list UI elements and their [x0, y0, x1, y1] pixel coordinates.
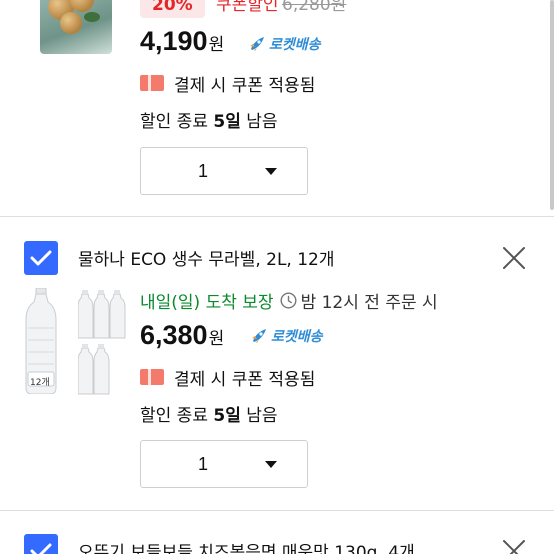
quantity-select[interactable]: 1: [140, 440, 308, 488]
close-icon[interactable]: [502, 539, 526, 554]
chevron-down-icon: [265, 168, 277, 175]
product-image[interactable]: 12개: [24, 287, 58, 395]
quantity-value: 1: [197, 161, 208, 181]
product-title[interactable]: 물하나 ECO 생수 무라벨, 2L, 12개: [78, 245, 335, 270]
rocket-icon: [250, 37, 264, 51]
select-checkbox[interactable]: [24, 534, 58, 554]
scrollbar[interactable]: [550, 0, 554, 554]
bottle-count-label: 12개: [30, 378, 50, 388]
discount-badge: 20%: [140, 0, 205, 18]
quantity-value: 1: [197, 454, 208, 474]
rocket-delivery-badge: 로켓배송: [250, 326, 323, 346]
delivery-guarantee: 내일(일) 도착 보장 밤 12시 전 주문 시: [140, 292, 438, 313]
select-checkbox[interactable]: [24, 241, 58, 275]
coupon-applied-notice: 결제 시 쿠폰 적용됨: [140, 366, 315, 390]
divider: [0, 216, 554, 217]
rocket-icon: [252, 329, 266, 343]
coupon-applied-notice: 결제 시 쿠폰 적용됨: [140, 72, 315, 96]
price: 4,190원: [140, 26, 225, 56]
product-image-bundle: [77, 286, 128, 396]
checkmark-icon: [30, 543, 52, 554]
sale-end-notice: 할인 종료 5일 남음: [140, 111, 278, 132]
coupon-discount-label: 쿠폰할인: [216, 0, 279, 15]
close-icon[interactable]: [502, 246, 526, 270]
divider: [0, 510, 554, 511]
scrollbar-thumb[interactable]: [550, 0, 554, 210]
rocket-delivery-badge: 로켓배송: [248, 34, 321, 54]
coupon-icon: [140, 75, 164, 91]
clock-icon: [280, 292, 297, 309]
coupon-icon: [140, 369, 164, 385]
product-title[interactable]: 오뚜기 보들보들 치즈볶음면 매운맛 130g, 4개: [78, 538, 415, 554]
price: 6,380원: [140, 320, 225, 350]
original-price: 6,280원: [282, 0, 347, 15]
checkmark-icon: [30, 250, 52, 266]
quantity-select[interactable]: 1: [140, 147, 308, 195]
product-image[interactable]: [40, 0, 112, 54]
chevron-down-icon: [265, 461, 277, 468]
sale-end-notice: 할인 종료 5일 남음: [140, 405, 278, 426]
